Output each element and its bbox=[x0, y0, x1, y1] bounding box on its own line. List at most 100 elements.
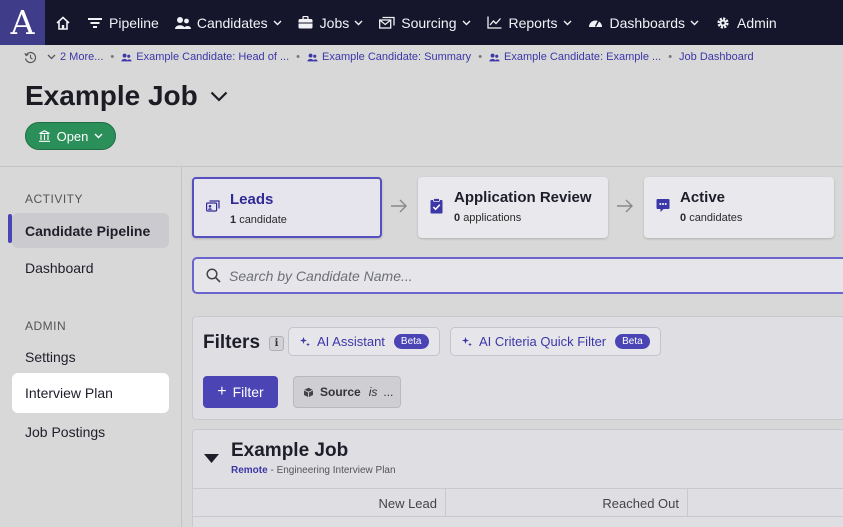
chevron-down-icon bbox=[690, 20, 699, 26]
sparkle-icon bbox=[461, 336, 473, 348]
stage-title: Leads bbox=[230, 191, 274, 208]
chevron-down-icon bbox=[354, 20, 363, 26]
breadcrumb-label: Example Candidate: Summary bbox=[322, 51, 472, 63]
nav-candidates[interactable]: Candidates bbox=[174, 15, 282, 31]
arrow-right-icon bbox=[616, 199, 634, 213]
arrow-right-icon bbox=[390, 199, 408, 213]
breadcrumb-label: Job Dashboard bbox=[679, 51, 754, 63]
nav-dashboards-label: Dashboards bbox=[609, 14, 686, 31]
history-icon[interactable] bbox=[24, 51, 37, 64]
sidebar-item-label: Job Postings bbox=[25, 423, 106, 440]
ai-criteria-quick-filter-button[interactable]: AI Criteria Quick Filter Beta bbox=[450, 327, 661, 356]
collapse-caret-icon[interactable] bbox=[204, 454, 219, 463]
nav-pipeline-label: Pipeline bbox=[109, 14, 159, 31]
stage-count-unit: applications bbox=[463, 212, 522, 224]
stage-count-value: 0 bbox=[680, 212, 687, 224]
building-icon bbox=[38, 130, 51, 142]
info-glyph: i bbox=[274, 337, 279, 349]
people-icon bbox=[489, 53, 500, 62]
sidebar-item-label: Settings bbox=[25, 348, 76, 365]
search-input[interactable] bbox=[229, 267, 789, 284]
stage-card-application-review[interactable]: Application Review 0 applications bbox=[418, 177, 608, 238]
nav-sourcing[interactable]: Sourcing bbox=[379, 15, 470, 31]
gear-icon bbox=[715, 15, 731, 31]
breadcrumb-separator: • bbox=[110, 51, 115, 63]
people-icon bbox=[121, 53, 132, 62]
search-icon bbox=[206, 268, 221, 283]
job-section-title: Example Job bbox=[231, 440, 349, 461]
ai-criteria-label: AI Criteria Quick Filter bbox=[479, 334, 607, 349]
column-header-new-lead: New Lead bbox=[193, 489, 446, 517]
status-dropdown[interactable]: Open bbox=[25, 122, 116, 150]
sidebar: ACTIVITY Candidate Pipeline Dashboard AD… bbox=[0, 167, 182, 527]
sidebar-section-admin: ADMIN bbox=[25, 319, 67, 333]
nav-jobs-label: Jobs bbox=[319, 14, 350, 31]
nav-admin[interactable]: Admin bbox=[715, 15, 777, 31]
sidebar-section-activity: ACTIVITY bbox=[25, 192, 84, 206]
breadcrumb-item[interactable]: Example Candidate: Head of ... bbox=[121, 51, 289, 63]
sidebar-item-label: Interview Plan bbox=[25, 385, 113, 401]
page-title-text: Example Job bbox=[25, 80, 198, 111]
stage-count-unit: candidates bbox=[689, 212, 743, 224]
nav-pipeline[interactable]: Pipeline bbox=[87, 15, 159, 31]
gauge-icon bbox=[588, 15, 604, 31]
breadcrumb-item[interactable]: Job Dashboard bbox=[679, 51, 754, 63]
job-section-subtitle: Remote - Engineering Interview Plan bbox=[231, 465, 396, 476]
sidebar-item-job-postings[interactable]: Job Postings bbox=[12, 414, 169, 449]
stage-count-value: 0 bbox=[454, 212, 461, 224]
breadcrumb: 2 More... • Example Candidate: Head of .… bbox=[0, 45, 843, 69]
ai-assistant-label: AI Assistant bbox=[317, 334, 385, 349]
search-box[interactable] bbox=[192, 257, 843, 294]
mail-stack-icon bbox=[379, 15, 395, 31]
job-location: Remote bbox=[231, 465, 268, 476]
breadcrumb-item[interactable]: Example Candidate: Example ... bbox=[489, 51, 661, 63]
source-filter-label: Source bbox=[320, 385, 361, 399]
chevron-down-icon bbox=[273, 20, 282, 26]
chevron-down-icon bbox=[94, 133, 103, 139]
nav-reports[interactable]: Reports bbox=[487, 15, 572, 31]
nav-dashboards[interactable]: Dashboards bbox=[588, 15, 700, 31]
chat-bubble-icon bbox=[656, 198, 670, 213]
sidebar-item-candidate-pipeline[interactable]: Candidate Pipeline bbox=[12, 213, 169, 248]
sidebar-item-label: Candidate Pipeline bbox=[25, 222, 151, 239]
breadcrumb-more[interactable]: 2 More... bbox=[47, 51, 103, 63]
ai-assistant-button[interactable]: AI Assistant Beta bbox=[288, 327, 440, 356]
sparkle-icon bbox=[299, 336, 311, 348]
breadcrumb-item[interactable]: Example Candidate: Summary bbox=[307, 51, 471, 63]
stage-card-active[interactable]: Active 0 candidates bbox=[644, 177, 834, 238]
sidebar-item-interview-plan[interactable]: Interview Plan bbox=[12, 373, 169, 413]
funnel-icon bbox=[87, 15, 103, 31]
sidebar-item-label: Dashboard bbox=[25, 259, 94, 276]
stage-title: Active bbox=[680, 189, 726, 206]
briefcase-icon bbox=[298, 15, 314, 31]
beta-badge: Beta bbox=[615, 334, 650, 349]
stage-card-leads[interactable]: Leads 1 candidate bbox=[192, 177, 382, 238]
home-icon[interactable] bbox=[55, 15, 71, 31]
clipboard-check-icon bbox=[430, 198, 443, 214]
chevron-down-icon bbox=[563, 20, 572, 26]
pipeline-column-headers: New Lead Reached Out bbox=[193, 488, 843, 517]
source-filter-chip[interactable]: Source is ... bbox=[293, 376, 401, 408]
app-logo[interactable]: A bbox=[0, 0, 45, 45]
nav-admin-label: Admin bbox=[737, 14, 777, 31]
source-filter-value: ... bbox=[383, 385, 394, 399]
job-interview-plan: - Engineering Interview Plan bbox=[267, 465, 396, 476]
breadcrumb-separator: • bbox=[296, 51, 300, 63]
breadcrumb-label: Example Candidate: Head of ... bbox=[136, 51, 290, 63]
sidebar-item-settings[interactable]: Settings bbox=[12, 339, 169, 374]
info-icon[interactable]: i bbox=[269, 335, 285, 351]
job-pipeline-section: Example Job Remote - Engineering Intervi… bbox=[192, 429, 843, 527]
stage-count-value: 1 bbox=[230, 214, 237, 226]
page-title[interactable]: Example Job bbox=[25, 80, 228, 112]
nav-sourcing-label: Sourcing bbox=[401, 14, 457, 31]
chevron-down-icon bbox=[47, 54, 56, 60]
source-filter-operator: is bbox=[368, 385, 378, 399]
filters-panel: Filters i AI Assistant Beta AI Criteria … bbox=[192, 316, 843, 420]
add-filter-button[interactable]: + Filter bbox=[203, 376, 278, 408]
lead-card-icon bbox=[206, 200, 220, 213]
people-icon bbox=[307, 53, 318, 62]
top-nav: A Pipeline Candidates Jobs Sourcing Repo… bbox=[0, 0, 843, 45]
sidebar-item-dashboard[interactable]: Dashboard bbox=[12, 250, 169, 285]
nav-jobs[interactable]: Jobs bbox=[298, 15, 364, 31]
breadcrumb-separator: • bbox=[668, 51, 673, 63]
